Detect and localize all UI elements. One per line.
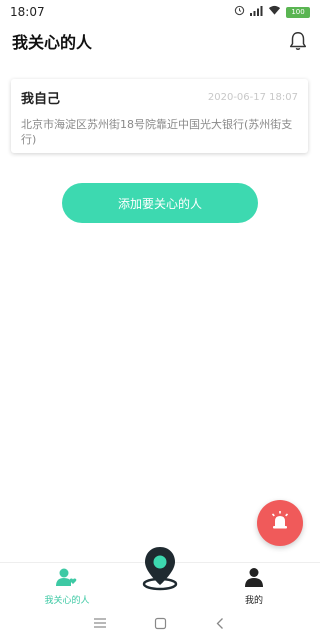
location-address: 北京市海淀区苏州街18号院靠近中国光大银行(苏州街支行): [21, 118, 293, 146]
bell-icon[interactable]: [286, 29, 310, 53]
wifi-icon: [268, 5, 281, 19]
person-name: 我自己: [21, 92, 61, 107]
alarm-icon: [234, 5, 245, 19]
alarm-siren-icon: [268, 509, 292, 537]
battery-icon: 100: [286, 6, 310, 18]
card-header: 我自己 2020-06-17 18:07: [21, 88, 298, 107]
signal-icon: [250, 5, 263, 19]
person-card[interactable]: 我自己 2020-06-17 18:07 北京市海淀区苏州街18号院靠近中国光大…: [11, 79, 308, 153]
person-icon: [245, 567, 263, 591]
add-care-person-button[interactable]: 添加要关心的人: [62, 183, 258, 223]
status-bar: 18:07 100: [0, 0, 320, 24]
tab-label-care-people: 我关心的人: [44, 596, 90, 606]
people-heart-icon: [56, 567, 78, 591]
status-icons: 100: [234, 5, 310, 19]
location-pin-icon: [140, 545, 180, 595]
sos-alarm-button[interactable]: [257, 500, 303, 546]
menu-icon[interactable]: [90, 613, 110, 633]
tab-label-mine: 我的: [244, 596, 263, 606]
home-square-icon[interactable]: [150, 613, 170, 633]
location-button[interactable]: [138, 545, 182, 593]
system-nav-bar: [0, 606, 320, 640]
header: 我关心的人: [0, 24, 320, 58]
tab-care-people[interactable]: 我关心的人: [40, 563, 94, 607]
page-title: 我关心的人: [12, 33, 93, 52]
location-timestamp: 2020-06-17 18:07: [207, 92, 298, 103]
tab-mine[interactable]: 我的: [234, 563, 274, 607]
status-time: 18:07: [10, 5, 45, 19]
back-chevron-icon[interactable]: [210, 613, 230, 633]
